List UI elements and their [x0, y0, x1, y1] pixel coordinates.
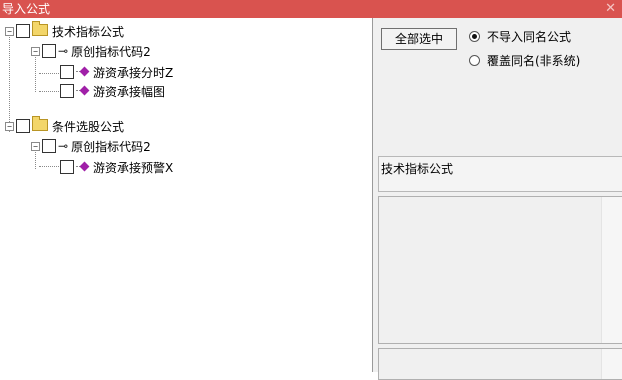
tree-leaf-row[interactable]: 游资承接幅图	[60, 81, 165, 101]
tree-checkbox[interactable]	[16, 119, 30, 133]
collapse-toggle-icon[interactable]: −	[5, 121, 14, 131]
radio-overwrite-duplicates[interactable]: 覆盖同名(非系统)	[469, 52, 580, 69]
radio-checked-icon[interactable]	[469, 31, 480, 42]
folder-icon	[32, 21, 48, 36]
formula-icon	[76, 85, 90, 97]
tree-checkbox[interactable]	[42, 44, 56, 58]
radio-label[interactable]: 不导入同名公式	[487, 28, 571, 45]
collapse-toggle-icon[interactable]: −	[31, 141, 40, 151]
tree-checkbox[interactable]	[60, 84, 74, 98]
formula-icon	[76, 66, 90, 78]
collapse-toggle-icon[interactable]: −	[5, 26, 14, 36]
category-label: 技术指标公式	[381, 162, 454, 176]
formula-icon	[76, 161, 90, 173]
tree-item-label[interactable]: 原创指标代码2	[71, 138, 151, 155]
tree-checkbox[interactable]	[60, 160, 74, 174]
tree-item-row[interactable]: − ⊸ 原创指标代码2	[31, 41, 151, 61]
select-all-button[interactable]: 全部选中	[381, 28, 457, 50]
tree-checkbox[interactable]	[16, 24, 30, 38]
tree-leaf-label[interactable]: 游资承接幅图	[93, 83, 165, 100]
tree-item-label[interactable]: 原创指标代码2	[71, 43, 151, 60]
title-bar: 导入公式 ✕	[0, 0, 622, 18]
tree-leaf-label[interactable]: 游资承接预警X	[93, 159, 173, 176]
formula-detail-area[interactable]	[378, 348, 622, 380]
key-icon: ⊸	[58, 139, 69, 153]
tree-connector-line	[39, 91, 59, 92]
window-title: 导入公式	[2, 2, 51, 16]
tree-leaf-row[interactable]: 游资承接分时Z	[60, 62, 173, 82]
options-panel: 全部选中 不导入同名公式 覆盖同名(非系统) 技术指标公式	[373, 18, 622, 380]
vertical-scrollbar[interactable]	[601, 349, 622, 379]
tree-item-row[interactable]: − ⊸ 原创指标代码2	[31, 136, 151, 156]
key-icon: ⊸	[58, 44, 69, 58]
tree-leaf-label[interactable]: 游资承接分时Z	[93, 64, 173, 81]
tree-checkbox[interactable]	[60, 65, 74, 79]
collapse-toggle-icon[interactable]: −	[31, 46, 40, 56]
folder-icon	[32, 116, 48, 131]
tree-group-label[interactable]: 条件选股公式	[52, 118, 124, 135]
tree-connector-line	[39, 166, 59, 167]
tree-checkbox[interactable]	[42, 139, 56, 153]
formula-tree[interactable]: − 技术指标公式 − ⊸ 原创指标代码2 游资承接分时Z 游资承接幅图 − 条件…	[0, 18, 373, 372]
formula-preview-area[interactable]	[378, 196, 622, 344]
close-icon[interactable]: ✕	[605, 0, 616, 18]
radio-unchecked-icon[interactable]	[469, 55, 480, 66]
tree-group-label[interactable]: 技术指标公式	[52, 23, 124, 40]
radio-label[interactable]: 覆盖同名(非系统)	[487, 52, 580, 69]
tree-group-row[interactable]: − 技术指标公式	[5, 21, 124, 41]
vertical-scrollbar[interactable]	[601, 197, 622, 343]
tree-connector-line	[39, 73, 59, 74]
category-label-box: 技术指标公式	[378, 156, 622, 192]
radio-skip-duplicates[interactable]: 不导入同名公式	[469, 28, 571, 45]
tree-group-row[interactable]: − 条件选股公式	[5, 116, 124, 136]
tree-leaf-row[interactable]: 游资承接预警X	[60, 157, 173, 177]
